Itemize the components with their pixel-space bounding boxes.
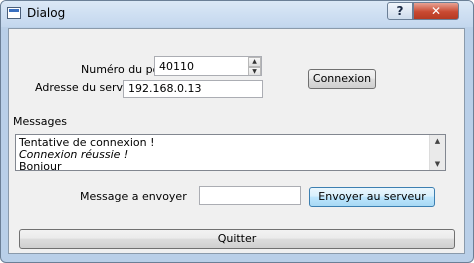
messages-label: Messages [13, 115, 67, 128]
close-button[interactable]: ✕ [413, 2, 459, 20]
title-bar[interactable]: Dialog ? ✕ [1, 1, 473, 27]
port-spinbox[interactable]: 40110 ▲ ▼ [154, 56, 262, 76]
help-button[interactable]: ? [387, 2, 413, 20]
quit-button[interactable]: Quitter [19, 229, 455, 249]
send-message-input[interactable] [199, 186, 301, 205]
scroll-up-icon[interactable]: ▲ [430, 135, 445, 147]
window-title: Dialog [27, 6, 66, 20]
spin-up-icon[interactable]: ▲ [248, 57, 261, 67]
address-input[interactable]: 192.168.0.13 [123, 80, 263, 98]
dialog-window: Dialog ? ✕ Numéro du port 40110 ▲ ▼ Adre… [0, 0, 474, 263]
dialog-body: Numéro du port 40110 ▲ ▼ Adresse du serv… [8, 28, 465, 254]
address-value: 192.168.0.13 [128, 82, 202, 95]
port-value: 40110 [159, 60, 194, 73]
connect-button[interactable]: Connexion [308, 69, 376, 89]
spin-down-icon[interactable]: ▼ [248, 67, 261, 75]
port-stepper[interactable]: ▲ ▼ [248, 57, 261, 75]
message-line: Bonjour [19, 160, 62, 171]
messages-scrollbar[interactable]: ▲ ▼ [429, 135, 445, 170]
send-message-label: Message a envoyer [80, 190, 187, 203]
window-icon [7, 7, 21, 19]
scroll-down-icon[interactable]: ▼ [430, 158, 445, 170]
send-button[interactable]: Envoyer au serveur [309, 187, 435, 207]
messages-list[interactable]: Tentative de connexion ! Connexion réuss… [15, 134, 446, 171]
